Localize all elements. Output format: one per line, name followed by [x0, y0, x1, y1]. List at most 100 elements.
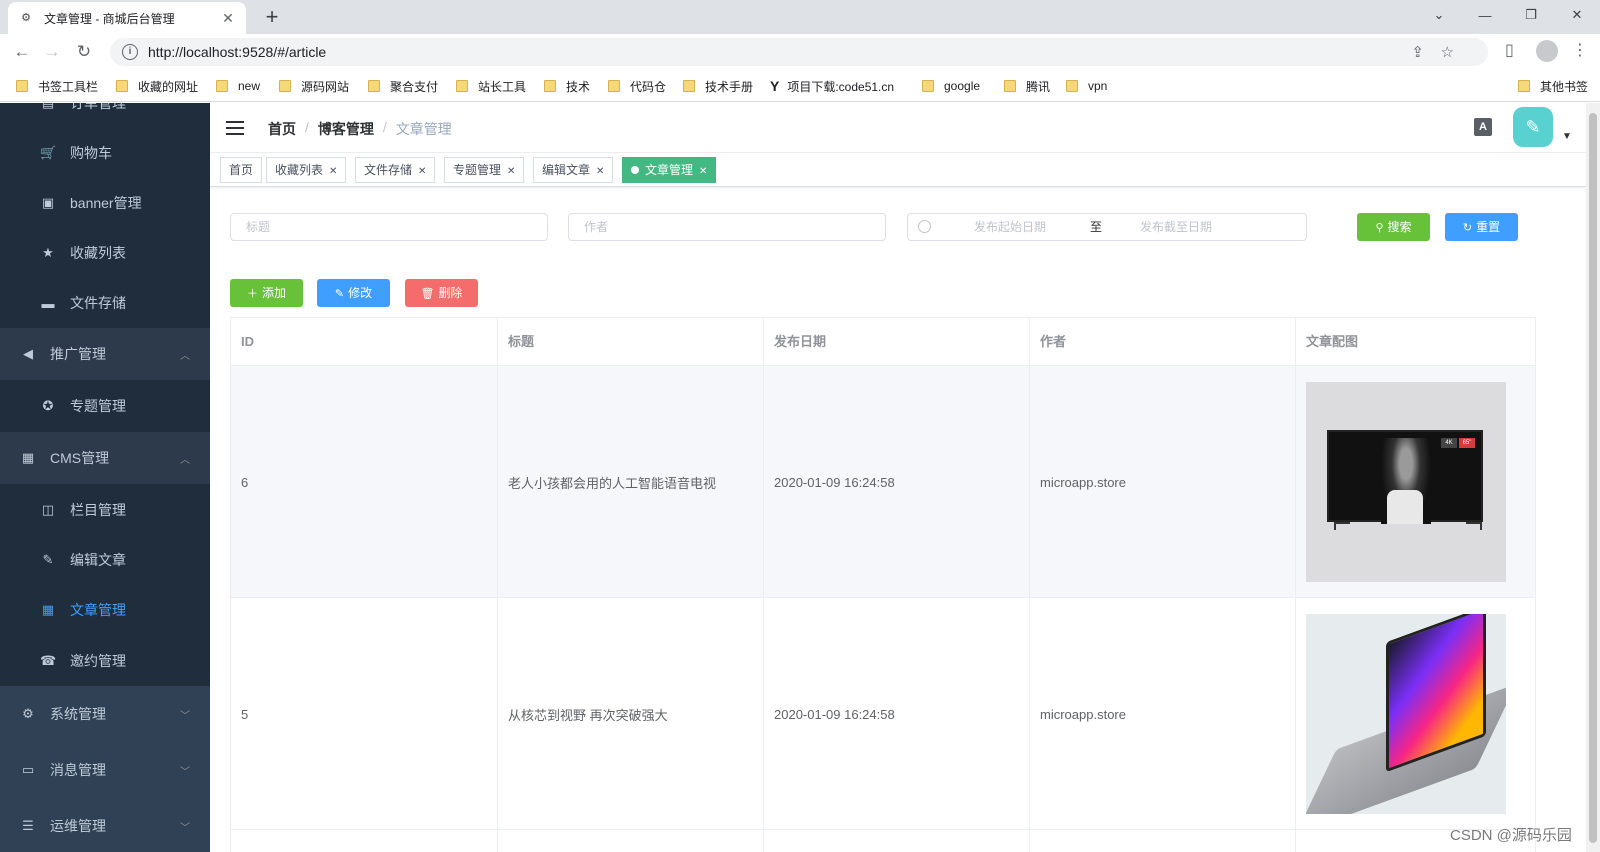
side-panel-icon[interactable]: ▯ — [1505, 40, 1514, 60]
tab-search-icon[interactable]: ⌄ — [1416, 0, 1462, 30]
page-scrollbar[interactable] — [1586, 103, 1600, 852]
breadcrumb-home[interactable]: 首页 — [268, 119, 296, 139]
table-row[interactable]: 5 从核芯到视野 再次突破强大 2020-01-09 16:24:58 micr… — [231, 598, 1535, 830]
close-icon[interactable]: ✕ — [418, 166, 426, 177]
close-icon[interactable]: ✕ — [699, 166, 707, 177]
column-header-image[interactable]: 文章配图 — [1296, 318, 1535, 366]
user-avatar[interactable]: ✎ — [1513, 107, 1553, 147]
bookmark-item[interactable]: vpn — [1066, 77, 1107, 95]
sidebar: ▤订单管理 🛒购物车 ▣banner管理 ★收藏列表 ▬文件存储 ◀推广管理︿ … — [0, 103, 210, 852]
sidebar-group-promotion[interactable]: ◀ 推广管理 ︿ — [0, 328, 210, 380]
trash-icon: 🗑 — [420, 288, 435, 300]
browser-tab[interactable]: ⚙ 文章管理 - 商城后台管理 ✕ — [8, 2, 246, 34]
search-button[interactable]: ⚲ 搜索 — [1357, 213, 1430, 241]
edit-button[interactable]: ✎ 修改 — [317, 279, 390, 307]
scrollbar-thumb[interactable] — [1589, 113, 1597, 843]
author-filter-input[interactable]: 作者 — [568, 213, 886, 241]
window-controls: ⌄ — ❐ ✕ — [1416, 0, 1600, 34]
size-badge-icon: 65" — [1459, 438, 1475, 448]
date-start-input[interactable]: 发布起始日期 — [974, 214, 1046, 240]
title-filter-input[interactable]: 标题 — [230, 213, 548, 241]
bookmark-item[interactable]: 聚合支付 — [368, 77, 438, 95]
reset-button[interactable]: ↻ 重置 — [1445, 213, 1518, 241]
bookmark-item[interactable]: 技术手册 — [683, 77, 753, 95]
sidebar-item-cart[interactable]: 🛒 购物车 — [0, 128, 210, 178]
add-button[interactable]: ＋添加 — [230, 279, 303, 307]
language-icon[interactable]: A — [1474, 118, 1492, 136]
sidebar-group-messages[interactable]: ▭ 消息管理 ﹀ — [0, 742, 210, 798]
tag-favorites[interactable]: 收藏列表 ✕ — [266, 157, 347, 183]
bookmark-star-icon[interactable]: ☆ — [1441, 43, 1454, 61]
close-icon[interactable]: ✕ — [596, 166, 604, 177]
sidebar-group-ops[interactable]: ☰ 运维管理 ﹀ — [0, 798, 210, 852]
minimize-icon[interactable]: — — [1462, 0, 1508, 30]
new-tab-button[interactable]: + — [258, 4, 286, 32]
bookmark-item[interactable]: 站长工具 — [456, 77, 526, 95]
reload-icon[interactable]: ↻ — [72, 40, 96, 64]
bookmark-item[interactable]: 腾讯 — [1004, 77, 1050, 95]
article-image-laptop[interactable] — [1306, 614, 1506, 814]
browser-toolbar: ← → ↻ i http://localhost:9528/#/article … — [0, 34, 1600, 70]
profile-avatar[interactable] — [1536, 40, 1558, 62]
sidebar-item-orders[interactable]: ▤订单管理 — [0, 103, 210, 128]
date-range-picker[interactable]: 发布起始日期 至 发布截至日期 — [907, 213, 1307, 241]
tag-file-storage[interactable]: 文件存储 ✕ — [355, 157, 436, 183]
sidebar-item-invitations[interactable]: ☎ 邀约管理 — [0, 636, 210, 686]
bookmark-item[interactable]: 技术 — [544, 77, 590, 95]
cell-date: 2020-01-09 16:24:58 — [764, 598, 1030, 830]
caret-down-icon[interactable]: ▼ — [1562, 131, 1572, 142]
address-bar[interactable]: i http://localhost:9528/#/article ⇪ ☆ — [110, 38, 1488, 66]
share-icon[interactable]: ⇪ — [1411, 43, 1424, 61]
bookmark-item[interactable]: new — [216, 77, 260, 95]
folder-icon — [456, 80, 468, 92]
close-tab-icon[interactable]: ✕ — [220, 10, 236, 27]
tag-edit-article[interactable]: 编辑文章 ✕ — [533, 157, 614, 183]
date-end-input[interactable]: 发布截至日期 — [1140, 214, 1212, 240]
site-info-icon[interactable]: i — [122, 44, 138, 60]
tag-home[interactable]: 首页 — [220, 157, 263, 183]
cell-title: 从核芯到视野 再次突破强大 — [498, 598, 764, 830]
hamburger-icon[interactable] — [226, 121, 244, 137]
more-menu-icon[interactable]: ⋮ — [1572, 40, 1588, 60]
article-image-tv[interactable]: 4K 65" — [1306, 382, 1506, 582]
forward-icon[interactable]: → — [40, 40, 64, 64]
sidebar-item-edit-article[interactable]: ✎ 编辑文章 — [0, 536, 210, 584]
sidebar-item-topics[interactable]: ✪ 专题管理 — [0, 380, 210, 432]
column-header-author[interactable]: 作者 — [1030, 318, 1296, 366]
close-window-icon[interactable]: ✕ — [1554, 0, 1600, 30]
bookmarks-bar: 书签工具栏 收藏的网址 new 源码网站 聚合支付 站长工具 技术 代码仓 技术… — [0, 70, 1600, 102]
book-icon: ◫ — [41, 502, 55, 517]
back-icon[interactable]: ← — [10, 40, 34, 64]
edit-icon: ✎ — [42, 552, 54, 567]
column-header-id[interactable]: ID — [231, 318, 498, 366]
restore-icon[interactable]: ❐ — [1508, 0, 1554, 30]
sidebar-item-file-storage[interactable]: ▬ 文件存储 — [0, 278, 210, 328]
sidebar-group-system[interactable]: ⚙ 系统管理 ﹀ — [0, 686, 210, 742]
tag-article-management[interactable]: 文章管理 ✕ — [622, 157, 717, 183]
table-row[interactable]: 6 老人小孩都会用的人工智能语音电视 2020-01-09 16:24:58 m… — [231, 366, 1535, 598]
site-favicon-icon: ⚙ — [21, 12, 31, 24]
tag-topics[interactable]: 专题管理 ✕ — [444, 157, 525, 183]
bookmark-item[interactable]: 代码仓 — [608, 77, 666, 95]
sidebar-item-banner[interactable]: ▣ banner管理 — [0, 178, 210, 228]
column-header-title[interactable]: 标题 — [498, 318, 764, 366]
cell-author: microapp.store — [1030, 366, 1296, 598]
sidebar-group-cms[interactable]: ▦ CMS管理 ︿ — [0, 432, 210, 484]
sidebar-item-columns[interactable]: ◫ 栏目管理 — [0, 484, 210, 536]
bookmark-item[interactable]: 书签工具栏 — [16, 77, 98, 95]
other-bookmarks[interactable]: 其他书签 — [1518, 77, 1588, 95]
sidebar-item-favorites[interactable]: ★ 收藏列表 — [0, 228, 210, 278]
delete-button[interactable]: 🗑 删除 — [405, 279, 478, 307]
close-icon[interactable]: ✕ — [507, 166, 515, 177]
column-header-date[interactable]: 发布日期 — [764, 318, 1030, 366]
bookmark-item[interactable]: google — [922, 77, 980, 95]
bookmark-item[interactable]: Y 项目下载:code51.cn — [770, 77, 894, 95]
bookmark-item[interactable]: 收藏的网址 — [116, 77, 198, 95]
breadcrumb-blog[interactable]: 博客管理 — [318, 119, 374, 139]
sidebar-item-article-management[interactable]: ▦ 文章管理 — [0, 584, 210, 636]
close-icon[interactable]: ✕ — [329, 166, 337, 177]
table-row[interactable] — [231, 830, 1535, 852]
bookmark-item[interactable]: 源码网站 — [279, 77, 349, 95]
order-icon: ▤ — [40, 103, 56, 111]
breadcrumb: 首页 / 博客管理 / 文章管理 — [268, 119, 452, 139]
